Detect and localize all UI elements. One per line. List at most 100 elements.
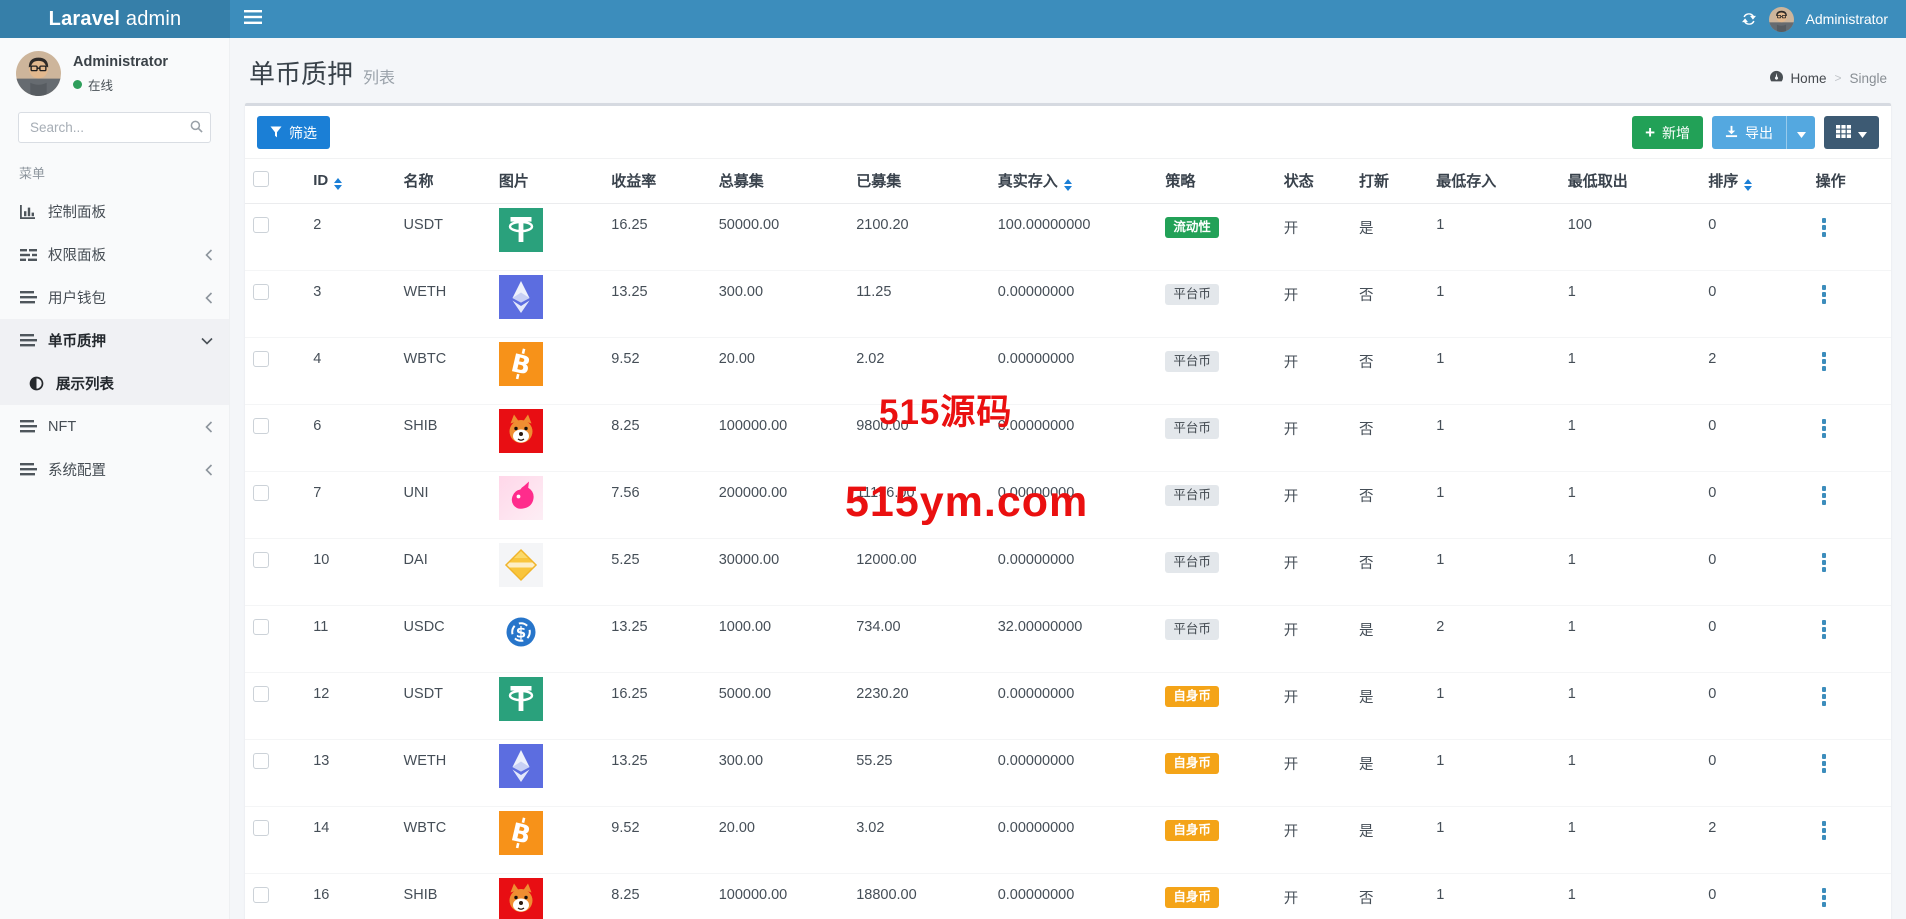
sidebar-item-nft[interactable]: NFT xyxy=(0,405,229,448)
search-icon[interactable] xyxy=(190,120,203,138)
breadcrumb-current: Single xyxy=(1849,71,1887,86)
row-actions-button[interactable] xyxy=(1816,485,1832,508)
sidebar-item-permissions[interactable]: 权限面板 xyxy=(0,233,229,276)
col-header-sort[interactable]: 排序 xyxy=(1700,159,1807,204)
cell-select xyxy=(245,405,305,472)
cell-status: 开 xyxy=(1276,405,1351,472)
row-checkbox[interactable] xyxy=(253,284,269,300)
cell-raised: 734.00 xyxy=(848,606,990,673)
cell-value: 11.25 xyxy=(856,284,891,300)
cell-min-deposit: 2 xyxy=(1428,606,1559,673)
select-all-checkbox[interactable] xyxy=(253,171,269,187)
brand-logo[interactable]: Laravel admin xyxy=(0,0,230,38)
cell-value: 1 xyxy=(1568,351,1576,367)
card-toolbar: 筛选 + 新增 导出 xyxy=(245,106,1891,158)
export-dropdown-button[interactable] xyxy=(1786,116,1815,149)
cell-value: 3.02 xyxy=(856,820,884,836)
row-checkbox[interactable] xyxy=(253,418,269,434)
cell-image: B xyxy=(491,807,603,874)
cell-value: 0 xyxy=(1708,418,1716,434)
col-header-label: 最低取出 xyxy=(1568,173,1628,190)
sort-icon[interactable] xyxy=(334,178,342,190)
export-button-group: 导出 xyxy=(1712,116,1815,149)
cell-value: 是 xyxy=(1359,221,1374,237)
refresh-button[interactable] xyxy=(1741,11,1757,27)
column-toggle-button[interactable] xyxy=(1824,116,1879,149)
cell-value: 2.02 xyxy=(856,351,884,367)
cell-id: 14 xyxy=(305,807,395,874)
row-actions-button[interactable] xyxy=(1816,887,1832,910)
row-actions-button[interactable] xyxy=(1816,686,1832,709)
list-icon xyxy=(19,334,37,347)
add-button[interactable]: + 新增 xyxy=(1632,116,1703,149)
col-header-min-deposit: 最低存入 xyxy=(1428,159,1559,204)
col-header-total-raised: 总募集 xyxy=(711,159,849,204)
col-header-raised: 已募集 xyxy=(848,159,990,204)
col-header-real-deposit[interactable]: 真实存入 xyxy=(990,159,1158,204)
cell-value: 0 xyxy=(1708,887,1716,903)
cell-min-withdraw: 1 xyxy=(1560,338,1701,405)
cell-image xyxy=(491,204,603,271)
row-checkbox[interactable] xyxy=(253,485,269,501)
row-actions-button[interactable] xyxy=(1816,619,1832,642)
cell-total-raised: 30000.00 xyxy=(711,539,849,606)
row-checkbox[interactable] xyxy=(253,686,269,702)
sort-icon[interactable] xyxy=(1064,179,1072,191)
sidebar-toggle-button[interactable] xyxy=(230,0,276,38)
user-avatar-small[interactable] xyxy=(1769,7,1794,32)
cell-rate: 13.25 xyxy=(603,606,710,673)
cell-id: 3 xyxy=(305,271,395,338)
row-actions-button[interactable] xyxy=(1816,284,1832,307)
row-checkbox[interactable] xyxy=(253,351,269,367)
sidebar-item-display-list[interactable]: 展示列表 xyxy=(0,362,229,405)
row-checkbox[interactable] xyxy=(253,820,269,836)
row-checkbox[interactable] xyxy=(253,552,269,568)
cell-value: 1 xyxy=(1568,820,1576,836)
cell-id: 2 xyxy=(305,204,395,271)
row-actions-button[interactable] xyxy=(1816,418,1832,441)
table-row: 11USDC$13.251000.00734.0032.00000000平台币开… xyxy=(245,606,1891,673)
sidebar-item-system-config[interactable]: 系统配置 xyxy=(0,448,229,491)
list-icon xyxy=(19,420,37,433)
cell-value: 开 xyxy=(1284,757,1299,773)
row-checkbox[interactable] xyxy=(253,217,269,233)
sidebar-item-single-stake[interactable]: 单币质押 xyxy=(0,319,229,362)
sidebar-item-label: NFT xyxy=(48,419,76,435)
cell-strategy: 自身币 xyxy=(1157,874,1275,919)
page-title: 单币质押 xyxy=(249,54,353,91)
col-header-select xyxy=(245,159,305,204)
sort-icon[interactable] xyxy=(1744,179,1752,191)
sidebar-item-user-wallet[interactable]: 用户钱包 xyxy=(0,276,229,319)
cell-select xyxy=(245,338,305,405)
row-checkbox[interactable] xyxy=(253,619,269,635)
breadcrumb-home[interactable]: Home xyxy=(1769,70,1826,86)
col-header-id[interactable]: ID xyxy=(305,159,395,204)
row-actions-button[interactable] xyxy=(1816,351,1832,374)
cell-total-raised: 5000.00 xyxy=(711,673,849,740)
cell-value: 2 xyxy=(1708,351,1716,367)
row-actions-button[interactable] xyxy=(1816,552,1832,575)
cell-value: 1 xyxy=(1436,686,1444,702)
row-checkbox[interactable] xyxy=(253,753,269,769)
cell-min-deposit: 1 xyxy=(1428,673,1559,740)
row-actions-button[interactable] xyxy=(1816,217,1832,240)
row-actions-button[interactable] xyxy=(1816,753,1832,776)
export-button[interactable]: 导出 xyxy=(1712,116,1786,149)
filter-button[interactable]: 筛选 xyxy=(257,116,330,149)
cell-actions xyxy=(1808,338,1891,405)
table-row: 13WETH13.25300.0055.250.00000000自身币开是110 xyxy=(245,740,1891,807)
cell-total-raised: 1000.00 xyxy=(711,606,849,673)
cell-value: 1 xyxy=(1568,418,1576,434)
cell-raised: 9800.00 xyxy=(848,405,990,472)
row-actions-button[interactable] xyxy=(1816,820,1832,843)
row-checkbox[interactable] xyxy=(253,887,269,903)
col-header-label: 操作 xyxy=(1816,173,1846,190)
sidebar-item-dashboard[interactable]: 控制面板 xyxy=(0,190,229,233)
cell-real-deposit: 32.00000000 xyxy=(990,606,1158,673)
search-input[interactable] xyxy=(18,112,211,143)
cell-name: USDT xyxy=(396,204,491,271)
cell-value: 1 xyxy=(1436,552,1444,568)
cell-value: 16 xyxy=(313,887,329,903)
cell-value: 8.25 xyxy=(611,418,639,434)
navbar-username[interactable]: Administrator xyxy=(1806,11,1888,27)
